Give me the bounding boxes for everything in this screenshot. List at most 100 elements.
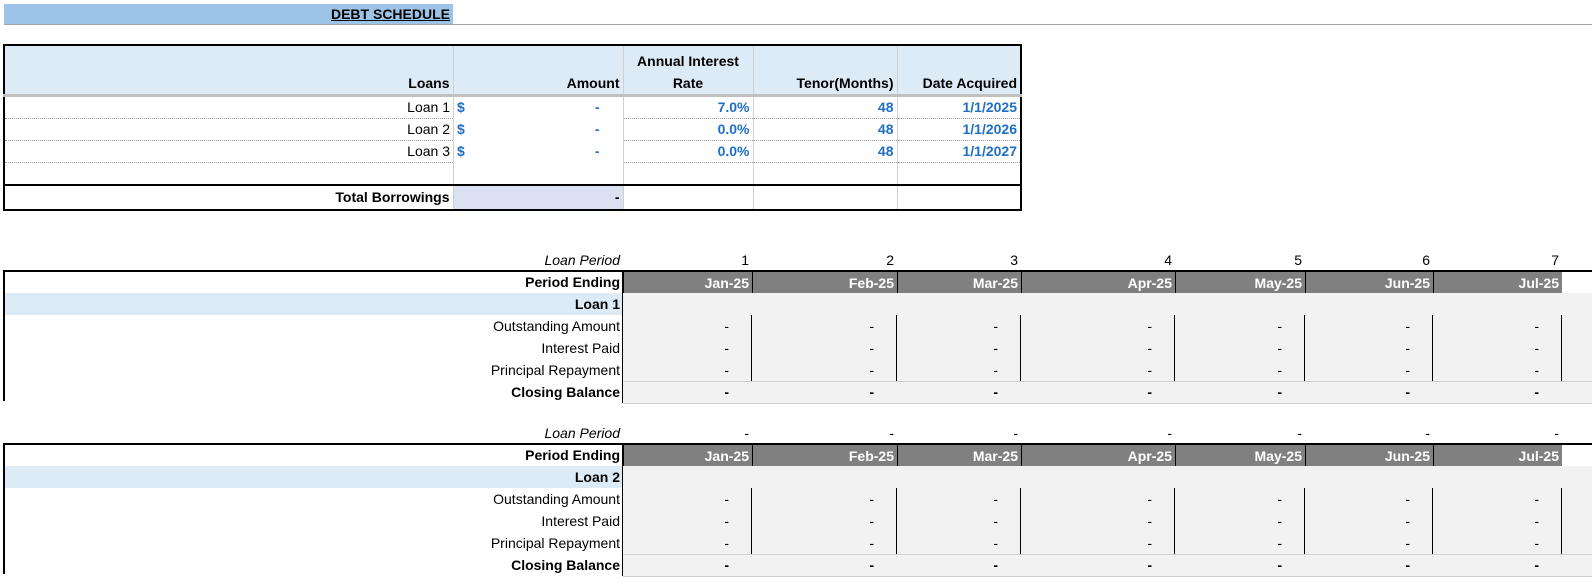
cell[interactable] — [622, 162, 753, 186]
value-cell[interactable]: - — [897, 532, 1001, 554]
value-cell[interactable]: - — [897, 315, 1001, 337]
title-divider — [4, 24, 1592, 25]
closing-balance-value[interactable]: - — [1433, 381, 1542, 403]
value-cell[interactable]: - — [897, 337, 1001, 359]
loan-amount[interactable]: $ - — [453, 140, 623, 162]
period-ending-label: Period Ending — [525, 274, 620, 290]
value-cell[interactable]: - — [1021, 359, 1155, 381]
value-cell[interactable]: - — [1175, 315, 1285, 337]
value-cell[interactable]: - — [1433, 359, 1542, 381]
loans-table: Loans Amount Annual Interest Rate Tenor(… — [3, 44, 1022, 211]
period-ending-month: Feb-25 — [752, 445, 897, 466]
value-cell[interactable]: - — [1433, 488, 1542, 510]
cell[interactable] — [752, 184, 897, 210]
value-cell[interactable]: - — [1433, 315, 1542, 337]
value-cell[interactable]: - — [623, 315, 732, 337]
value-cell[interactable]: - — [1433, 337, 1542, 359]
value-cell[interactable]: - — [1175, 488, 1285, 510]
value-cell[interactable]: - — [1433, 532, 1542, 554]
loan-date[interactable]: 1/1/2025 — [896, 95, 1021, 119]
value-cell[interactable]: - — [1305, 359, 1413, 381]
period-ending-month: May-25 — [1175, 272, 1305, 293]
value-cell[interactable]: - — [752, 488, 877, 510]
loan-period-number: 6 — [1422, 252, 1430, 268]
loan-tenor[interactable]: 48 — [752, 118, 897, 141]
value-cell[interactable]: - — [1305, 488, 1413, 510]
value-cell[interactable]: - — [1433, 510, 1542, 532]
value-cell[interactable]: - — [1305, 532, 1413, 554]
row-label: Outstanding Amount — [493, 318, 620, 334]
closing-balance-value[interactable]: - — [623, 554, 732, 576]
loan-period-number: - — [1554, 425, 1559, 441]
closing-divider — [623, 403, 1592, 404]
closing-balance-value[interactable]: - — [1175, 381, 1285, 403]
closing-balance-value[interactable]: - — [1433, 554, 1542, 576]
value-cell[interactable]: - — [623, 532, 732, 554]
value-cell[interactable]: - — [1175, 532, 1285, 554]
row-label: Interest Paid — [541, 340, 620, 356]
closing-balance-value[interactable]: - — [1305, 554, 1413, 576]
amount-value: - — [594, 99, 600, 115]
closing-balance-value[interactable]: - — [623, 381, 732, 403]
period-ending-month: May-25 — [1175, 445, 1305, 466]
blank-row — [3, 162, 1021, 186]
value-cell[interactable]: - — [1021, 337, 1155, 359]
value-cell[interactable]: - — [1175, 337, 1285, 359]
closing-balance-value[interactable]: - — [897, 381, 1001, 403]
cell[interactable] — [3, 162, 453, 186]
value-cell[interactable]: - — [752, 359, 877, 381]
value-cell[interactable]: - — [623, 510, 732, 532]
loan-row: Loan 2 $ - 0.0% 48 1/1/2026 — [3, 118, 1021, 141]
loan-rate[interactable]: 0.0% — [622, 118, 753, 141]
value-cell[interactable]: - — [752, 532, 877, 554]
value-cell[interactable]: - — [1305, 337, 1413, 359]
value-cell[interactable]: - — [897, 488, 1001, 510]
cell[interactable] — [752, 162, 897, 186]
value-cell[interactable]: - — [752, 337, 877, 359]
loan-tenor[interactable]: 48 — [752, 95, 897, 119]
value-cell[interactable]: - — [897, 359, 1001, 381]
loan-rate[interactable]: 7.0% — [622, 95, 753, 119]
value-cell[interactable]: - — [897, 510, 1001, 532]
row-label: Principal Repayment — [490, 362, 620, 378]
cell[interactable] — [622, 184, 753, 210]
value-cell[interactable]: - — [1021, 315, 1155, 337]
closing-divider — [623, 576, 1592, 577]
closing-balance-value[interactable]: - — [752, 554, 877, 576]
value-cell[interactable]: - — [1021, 510, 1155, 532]
value-cell[interactable]: - — [752, 510, 877, 532]
loan-date[interactable]: 1/1/2026 — [896, 118, 1021, 141]
cell[interactable] — [896, 184, 1021, 210]
closing-balance-value[interactable]: - — [897, 554, 1001, 576]
closing-balance-value[interactable]: - — [1175, 554, 1285, 576]
period-ending-month: Apr-25 — [1021, 272, 1175, 293]
value-cell[interactable]: - — [1021, 532, 1155, 554]
closing-balance-value[interactable]: - — [752, 381, 877, 403]
loan-tenor[interactable]: 48 — [752, 140, 897, 163]
value-cell[interactable]: - — [623, 488, 732, 510]
amount-value: - — [594, 120, 600, 137]
value-cell[interactable]: - — [623, 359, 732, 381]
value-cell[interactable]: - — [1305, 510, 1413, 532]
loan-name: Loan 3 — [3, 140, 453, 163]
loan-date[interactable]: 1/1/2027 — [896, 140, 1021, 163]
loan-amount[interactable]: $ - — [453, 97, 623, 118]
value-cell[interactable]: - — [1175, 510, 1285, 532]
value-cell[interactable]: - — [752, 315, 877, 337]
loan-rate[interactable]: 0.0% — [622, 140, 753, 163]
closing-balance-value[interactable]: - — [1305, 381, 1413, 403]
value-cell[interactable]: - — [623, 337, 732, 359]
closing-balance-value[interactable]: - — [1021, 381, 1155, 403]
loan-period-number: - — [1425, 425, 1430, 441]
cell[interactable] — [896, 162, 1021, 186]
closing-balance-value[interactable]: - — [1021, 554, 1155, 576]
value-cell[interactable]: - — [1305, 315, 1413, 337]
loan-amount[interactable]: $ - — [453, 118, 623, 140]
value-cell[interactable]: - — [1175, 359, 1285, 381]
total-value[interactable]: - — [452, 184, 623, 210]
period-ending-month: Mar-25 — [897, 445, 1021, 466]
cell[interactable] — [452, 162, 623, 186]
value-cell[interactable]: - — [1021, 488, 1155, 510]
loan-period-number: - — [1297, 425, 1302, 441]
period-ending-month: Feb-25 — [752, 272, 897, 293]
